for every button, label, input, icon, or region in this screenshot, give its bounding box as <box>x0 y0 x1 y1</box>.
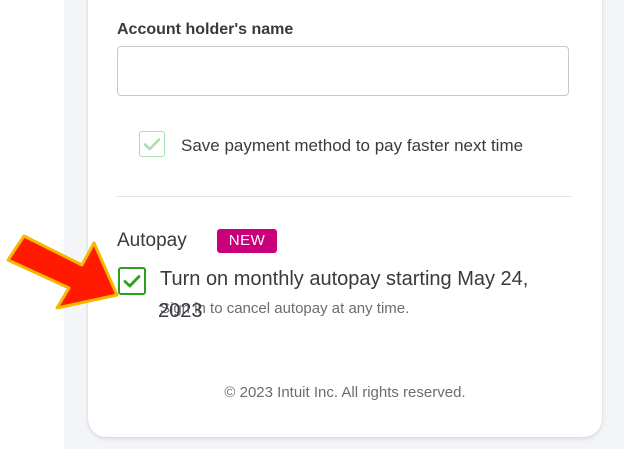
red-arrow-icon <box>6 234 119 310</box>
new-badge: NEW <box>217 229 277 253</box>
autopay-checkbox-label-year[interactable]: 2023 <box>158 300 203 323</box>
copyright-footer: © 2023 Intuit Inc. All rights reserved. <box>224 384 466 401</box>
account-holder-input[interactable] <box>117 46 569 96</box>
save-payment-label[interactable]: Save payment method to pay faster next t… <box>181 136 523 156</box>
autopay-checkbox-label[interactable]: Turn on monthly autopay starting May 24, <box>160 268 528 291</box>
section-divider <box>117 196 571 197</box>
checkmark-icon <box>143 138 161 151</box>
account-holder-label: Account holder's name <box>117 21 294 38</box>
save-payment-checkbox[interactable] <box>139 131 165 157</box>
